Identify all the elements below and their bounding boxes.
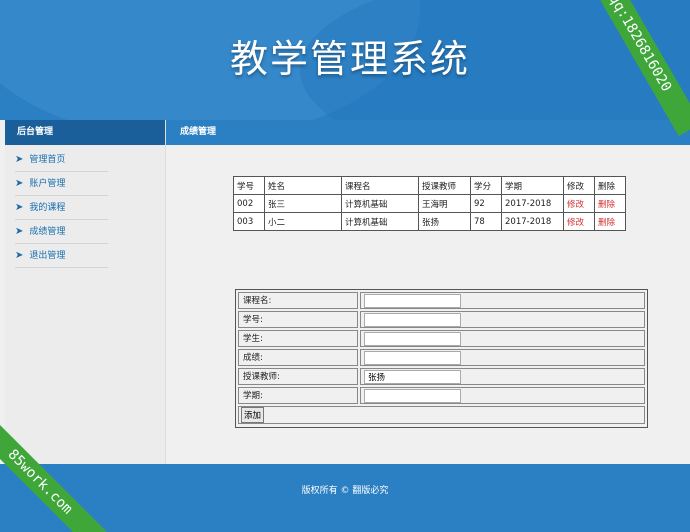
cell-name: 小二 [264,212,342,231]
form-actions: 添加 [238,406,645,424]
sidebar-item-label: 成绩管理 [29,226,66,237]
column-header: 姓名 [264,176,342,195]
edit-link[interactable]: 修改 [563,212,595,231]
arrow-right-icon: ➤ [15,177,24,189]
form-row-course: 课程名: [237,291,646,310]
form-row-score: 成绩: [237,348,646,367]
teacher-label: 授课教师: [238,368,358,385]
sidebar-item-label: 账户管理 [29,178,66,189]
sidebar-item-label: 管理首页 [29,154,66,165]
sidebar-item-label: 退出管理 [29,250,66,261]
sidebar-item-grades[interactable]: ➤ 成绩管理 [15,220,108,244]
cell-credit: 78 [470,212,502,231]
table-row: 002 张三 计算机基础 王海明 92 2017-2018 修改 删除 [233,194,626,213]
column-header: 学期 [501,176,564,195]
cell-id: 003 [233,212,265,231]
sidebar-item-courses[interactable]: ➤ 我的课程 [15,196,108,220]
add-grade-form: 课程名: 学号: 学生: 成绩: 授课教师: 学期: 添加 [235,289,648,428]
app-title: 教学管理系统 [229,37,470,81]
column-header: 删除 [594,176,626,195]
score-input[interactable] [364,350,461,365]
form-row-student: 学生: [237,329,646,348]
student-id-input[interactable] [364,312,461,327]
cell-credit: 92 [470,194,502,213]
cell-name: 张三 [264,194,342,213]
sidebar-title: 后台管理 [5,120,165,145]
copyright-text: 版权所有 © 翻版必究 [301,486,389,496]
arrow-right-icon: ➤ [15,201,24,213]
arrow-right-icon: ➤ [15,249,24,261]
edit-link[interactable]: 修改 [563,194,595,213]
student-input[interactable] [364,331,461,346]
content-title: 成绩管理 [166,120,690,145]
column-header: 学号 [233,176,265,195]
cell-teacher: 张扬 [418,212,471,231]
delete-link[interactable]: 删除 [594,212,626,231]
sidebar-item-label: 我的课程 [29,202,66,213]
cell-course: 计算机基础 [341,194,419,213]
column-header: 修改 [563,176,595,195]
student-label: 学生: [238,330,358,347]
term-input[interactable] [364,388,461,403]
sidebar-item-logout[interactable]: ➤ 退出管理 [15,244,108,268]
cell-id: 002 [233,194,265,213]
arrow-right-icon: ➤ [15,225,24,237]
main-content: 学号 姓名 课程名 授课教师 学分 学期 修改 删除 002 张三 计算机基础 … [166,145,690,464]
column-header: 学分 [470,176,502,195]
course-input[interactable] [364,293,461,308]
student-id-label: 学号: [238,311,358,328]
sidebar-item-home[interactable]: ➤ 管理首页 [15,148,108,172]
cell-term: 2017-2018 [501,194,564,213]
form-row-id: 学号: [237,310,646,329]
cell-course: 计算机基础 [341,212,419,231]
arrow-right-icon: ➤ [15,153,24,165]
footer: 版权所有 © 翻版必究 [0,464,690,532]
cell-term: 2017-2018 [501,212,564,231]
cell-teacher: 王海明 [418,194,471,213]
table-row: 003 小二 计算机基础 张扬 78 2017-2018 修改 删除 [233,212,626,231]
sidebar-item-accounts[interactable]: ➤ 账户管理 [15,172,108,196]
header-banner: 教学管理系统 [0,0,690,120]
column-header: 课程名 [341,176,419,195]
sidebar: 后台管理 ➤ 管理首页 ➤ 账户管理 ➤ 我的课程 ➤ 成绩管理 ➤ 退出管理 [5,120,166,464]
column-header: 授课教师 [418,176,471,195]
form-row-teacher: 授课教师: [237,367,646,386]
teacher-input[interactable] [364,369,461,384]
sidebar-menu: ➤ 管理首页 ➤ 账户管理 ➤ 我的课程 ➤ 成绩管理 ➤ 退出管理 [5,145,165,268]
form-row-term: 学期: [237,386,646,405]
score-label: 成绩: [238,349,358,366]
table-header-row: 学号 姓名 课程名 授课教师 学分 学期 修改 删除 [233,176,626,195]
grades-table: 学号 姓名 课程名 授课教师 学分 学期 修改 删除 002 张三 计算机基础 … [233,176,626,231]
course-label: 课程名: [238,292,358,309]
term-label: 学期: [238,387,358,404]
delete-link[interactable]: 删除 [594,194,626,213]
add-button[interactable]: 添加 [241,407,265,423]
